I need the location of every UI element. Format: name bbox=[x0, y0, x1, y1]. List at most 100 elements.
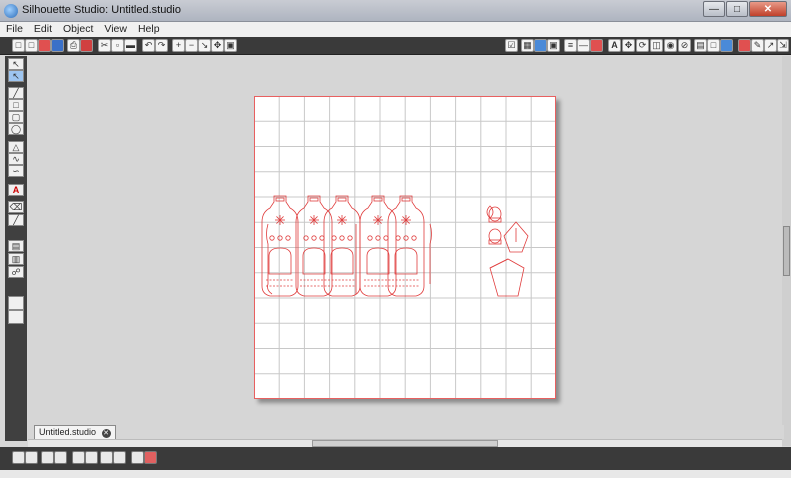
replicate-icon[interactable]: ⟳ bbox=[636, 39, 649, 52]
pan-icon[interactable]: ✥ bbox=[211, 39, 224, 52]
text-style-icon[interactable]: A bbox=[608, 39, 621, 52]
zoom-select-icon[interactable]: ↘ bbox=[198, 39, 211, 52]
paste-icon[interactable]: ▬ bbox=[124, 39, 137, 52]
polygon-tool-icon[interactable]: △ bbox=[8, 141, 24, 153]
grid-icon[interactable]: ▦ bbox=[521, 39, 534, 52]
page-panel-icon[interactable]: ☍ bbox=[8, 266, 24, 278]
ellipse-tool-icon[interactable]: ◯ bbox=[8, 123, 24, 135]
close-tab-icon[interactable]: ✕ bbox=[101, 429, 111, 438]
menu-view[interactable]: View bbox=[98, 22, 132, 35]
bottle-outline bbox=[387, 195, 425, 297]
app-icon bbox=[4, 4, 18, 18]
bottle-window bbox=[330, 247, 354, 275]
freehand-tool-icon[interactable]: ∽ bbox=[8, 165, 24, 177]
offset-icon[interactable]: ◉ bbox=[664, 39, 677, 52]
library-panel-icon[interactable] bbox=[8, 296, 24, 310]
print-icon[interactable]: ⎙ bbox=[67, 39, 80, 52]
store-panel-icon[interactable] bbox=[8, 310, 24, 324]
close-button[interactable]: ✕ bbox=[749, 1, 787, 17]
bottle-window bbox=[302, 247, 326, 275]
rectangle-tool-icon[interactable]: □ bbox=[8, 99, 24, 111]
menu-edit[interactable]: Edit bbox=[28, 22, 57, 35]
page-setup-icon[interactable] bbox=[534, 39, 547, 52]
trace-icon[interactable]: ⊘ bbox=[678, 39, 691, 52]
transform-icon[interactable]: ✥ bbox=[622, 39, 635, 52]
pen-icon[interactable]: ↗ bbox=[764, 39, 777, 52]
line-width-icon[interactable]: ― bbox=[577, 39, 590, 52]
window-title: Silhouette Studio: Untitled.studio bbox=[22, 4, 181, 16]
open-icon[interactable]: □ bbox=[25, 39, 38, 52]
send-icon[interactable]: ✎ bbox=[751, 39, 764, 52]
eraser-tool-icon[interactable]: ⌫ bbox=[8, 201, 24, 213]
library-icon[interactable]: ▤ bbox=[694, 39, 707, 52]
knife-tool-icon[interactable]: ╱ bbox=[8, 214, 24, 226]
line-tool-icon[interactable]: ╱ bbox=[8, 87, 24, 99]
base-pentagon bbox=[489, 258, 525, 297]
zoom-out-icon[interactable]: − bbox=[185, 39, 198, 52]
print-cut-icon[interactable] bbox=[80, 39, 93, 52]
undo-icon[interactable]: ↶ bbox=[142, 39, 155, 52]
small-flower bbox=[367, 235, 373, 241]
copy-icon[interactable]: ▫ bbox=[111, 39, 124, 52]
horizontal-scroll-thumb[interactable] bbox=[312, 440, 498, 447]
maximize-button[interactable]: □ bbox=[726, 1, 748, 17]
bottle-cap bbox=[309, 197, 319, 202]
redo-icon[interactable]: ↷ bbox=[155, 39, 168, 52]
cutting-mat[interactable] bbox=[254, 96, 556, 399]
minimize-button[interactable]: — bbox=[703, 1, 725, 17]
bring-front-icon[interactable] bbox=[100, 451, 113, 464]
menu-help[interactable]: Help bbox=[132, 22, 165, 35]
delete-icon[interactable] bbox=[85, 451, 98, 464]
layers-panel-icon[interactable]: ▤ bbox=[8, 240, 24, 252]
release-compound-icon[interactable] bbox=[54, 451, 67, 464]
compound-path-icon[interactable] bbox=[41, 451, 54, 464]
modify-icon[interactable]: ◫ bbox=[650, 39, 663, 52]
cut-settings-icon[interactable] bbox=[738, 39, 751, 52]
fill-panel-icon[interactable]: ▥ bbox=[8, 253, 24, 265]
main-toolbar: □ □ ⎙ ✂ ▫ ▬ ↶ ↷ + − ↘ ✥ ▣ ☑ ▦ ▣ ≡ ― A ✥ … bbox=[0, 37, 791, 55]
menu-file[interactable]: File bbox=[0, 22, 28, 35]
bottle-outline bbox=[359, 195, 397, 297]
document-tab[interactable]: Untitled.studio ✕ bbox=[34, 425, 116, 439]
vertical-scrollbar[interactable] bbox=[782, 56, 791, 446]
small-flower bbox=[347, 235, 353, 241]
group-icon[interactable] bbox=[12, 451, 25, 464]
curve-tool-icon[interactable]: ∿ bbox=[8, 153, 24, 165]
lock-icon[interactable]: ☑ bbox=[505, 39, 518, 52]
store-icon[interactable]: □ bbox=[707, 39, 720, 52]
weld-icon[interactable] bbox=[131, 451, 144, 464]
bottle-cap bbox=[373, 197, 383, 202]
design-icon[interactable] bbox=[720, 39, 733, 52]
bottle-window bbox=[394, 247, 418, 275]
small-flower bbox=[411, 235, 417, 241]
text-tool-icon[interactable]: A bbox=[8, 184, 24, 196]
expand-icon[interactable]: ⇲ bbox=[777, 39, 789, 52]
mat-grid-and-design bbox=[254, 96, 556, 399]
save-icon[interactable] bbox=[38, 39, 51, 52]
rounded-rectangle-tool-icon[interactable]: ▢ bbox=[8, 111, 24, 123]
fit-page-icon[interactable]: ▣ bbox=[224, 39, 237, 52]
flower-petal bbox=[310, 216, 315, 221]
ungroup-icon[interactable] bbox=[25, 451, 38, 464]
horizontal-scrollbar[interactable] bbox=[28, 439, 782, 447]
fill-icon[interactable] bbox=[590, 39, 603, 52]
select-icon[interactable]: ↖ bbox=[8, 58, 24, 70]
document-tabs: Untitled.studio ✕ bbox=[28, 425, 784, 439]
small-flower bbox=[285, 235, 291, 241]
flower-petal bbox=[313, 216, 318, 221]
zoom-in-icon[interactable]: + bbox=[172, 39, 185, 52]
line-style-icon[interactable]: ≡ bbox=[564, 39, 577, 52]
registration-icon[interactable]: ▣ bbox=[547, 39, 560, 52]
new-icon[interactable]: □ bbox=[12, 39, 25, 52]
flower-petal bbox=[405, 216, 410, 221]
point-edit-icon[interactable]: ↖ bbox=[8, 70, 24, 82]
send-back-icon[interactable] bbox=[113, 451, 126, 464]
menu-object[interactable]: Object bbox=[57, 22, 98, 35]
bottom-toolbar bbox=[0, 447, 791, 470]
save-blue-icon[interactable] bbox=[51, 39, 64, 52]
cut-icon[interactable]: ✂ bbox=[98, 39, 111, 52]
cut-design bbox=[261, 195, 529, 297]
duplicate-icon[interactable] bbox=[72, 451, 85, 464]
vertical-scroll-thumb[interactable] bbox=[783, 226, 790, 276]
cut-style-icon[interactable] bbox=[144, 451, 157, 464]
